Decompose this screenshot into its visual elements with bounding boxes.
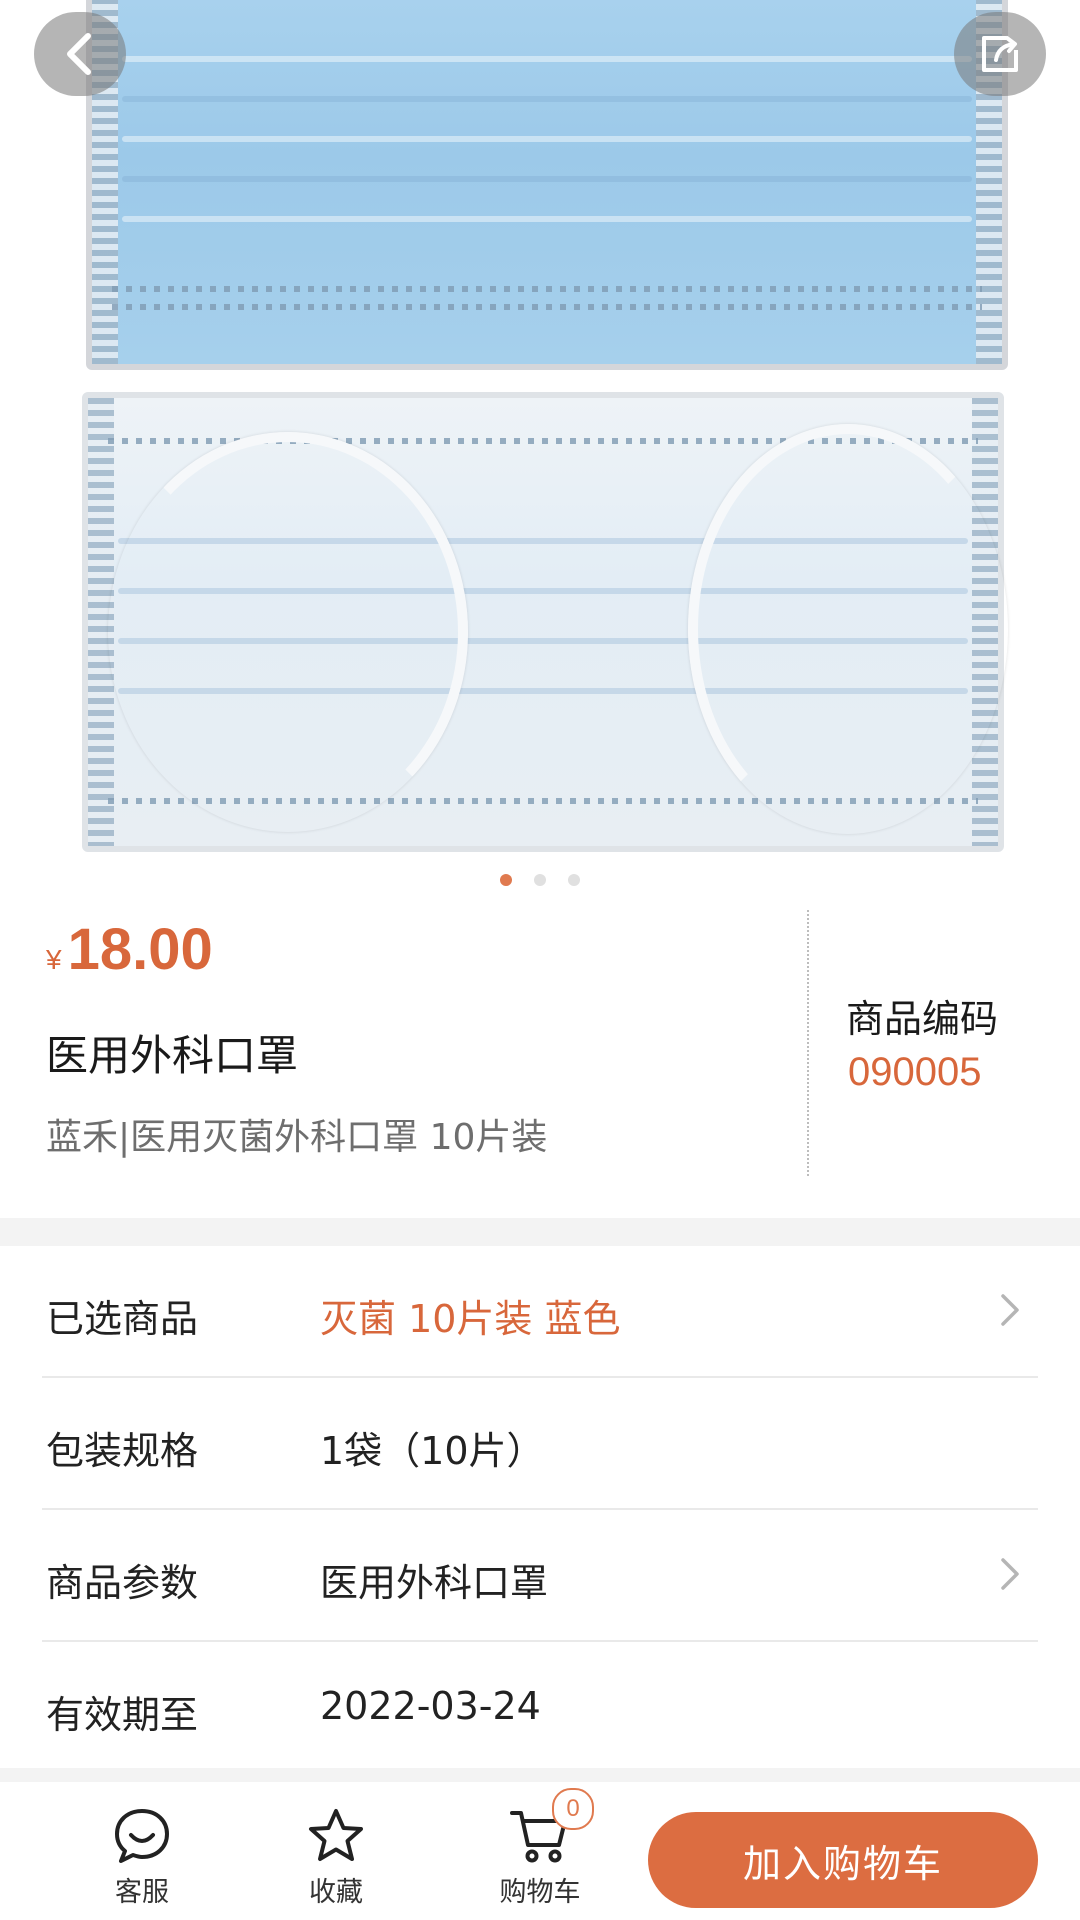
product-image-white-mask: [82, 392, 1008, 852]
chat-icon: [110, 1806, 174, 1866]
carousel-dot-active[interactable]: [500, 874, 512, 886]
row-value: 灭菌 10片装 蓝色: [320, 1297, 621, 1341]
product-summary: ¥ 18.00 医用外科口罩 蓝禾|医用灭菌外科口罩 10片装 商品编码 090…: [0, 900, 1080, 1220]
divider: [807, 910, 809, 1176]
row-value: 2022-03-24: [320, 1684, 541, 1728]
share-icon: [982, 36, 1018, 72]
product-image-carousel[interactable]: [0, 0, 1080, 860]
carousel-indicator: [0, 874, 1080, 886]
price-amount: 18.00: [67, 917, 213, 982]
product-description: 蓝禾|医用灭菌外科口罩 10片装: [46, 1117, 548, 1158]
product-code-label: 商品编码: [846, 997, 999, 1041]
chevron-right-icon: [990, 1290, 1030, 1330]
carousel-dot[interactable]: [568, 874, 580, 886]
product-code-value: 090005: [848, 1050, 982, 1094]
row-label: 有效期至: [46, 1693, 199, 1737]
product-title: 医用外科口罩: [46, 1031, 299, 1080]
customer-service-button[interactable]: 客服: [72, 1806, 212, 1909]
expiry-row: 有效期至 2022-03-24: [42, 1642, 1038, 1772]
share-button[interactable]: [954, 12, 1046, 96]
tab-label: 收藏: [309, 1877, 363, 1908]
product-image-blue-mask: [86, 0, 1008, 370]
product-detail-list: 已选商品 灭菌 10片装 蓝色 包装规格 1袋（10片） 商品参数 医用外科口罩…: [0, 1246, 1080, 1772]
star-icon: [304, 1806, 368, 1866]
favorite-button[interactable]: 收藏: [266, 1806, 406, 1909]
currency-symbol: ¥: [46, 944, 62, 975]
row-value: 1袋（10片）: [320, 1429, 545, 1473]
row-label: 商品参数: [46, 1561, 199, 1605]
row-value: 医用外科口罩: [320, 1561, 549, 1605]
cart-button[interactable]: 0 购物车: [470, 1788, 610, 1909]
back-button[interactable]: [34, 12, 126, 96]
section-separator: [0, 1218, 1080, 1246]
section-separator: [0, 1768, 1080, 1782]
product-price: ¥ 18.00: [46, 916, 213, 983]
row-label: 包装规格: [46, 1429, 199, 1473]
packaging-row: 包装规格 1袋（10片）: [42, 1378, 1038, 1510]
carousel-dot[interactable]: [534, 874, 546, 886]
product-params-row[interactable]: 商品参数 医用外科口罩: [42, 1510, 1038, 1642]
tab-label: 客服: [115, 1877, 169, 1908]
cart-icon: 0: [508, 1788, 594, 1866]
add-to-cart-button[interactable]: 加入购物车: [648, 1812, 1038, 1908]
bottom-action-bar: 客服 收藏 0 购物车 加入购物车: [0, 1782, 1080, 1920]
tab-label: 购物车: [499, 1877, 581, 1908]
cart-count-badge: 0: [552, 1788, 594, 1830]
selected-variant-row[interactable]: 已选商品 灭菌 10片装 蓝色: [42, 1246, 1038, 1378]
chevron-left-icon: [67, 33, 91, 75]
chevron-right-icon: [990, 1554, 1030, 1594]
row-label: 已选商品: [46, 1297, 199, 1341]
